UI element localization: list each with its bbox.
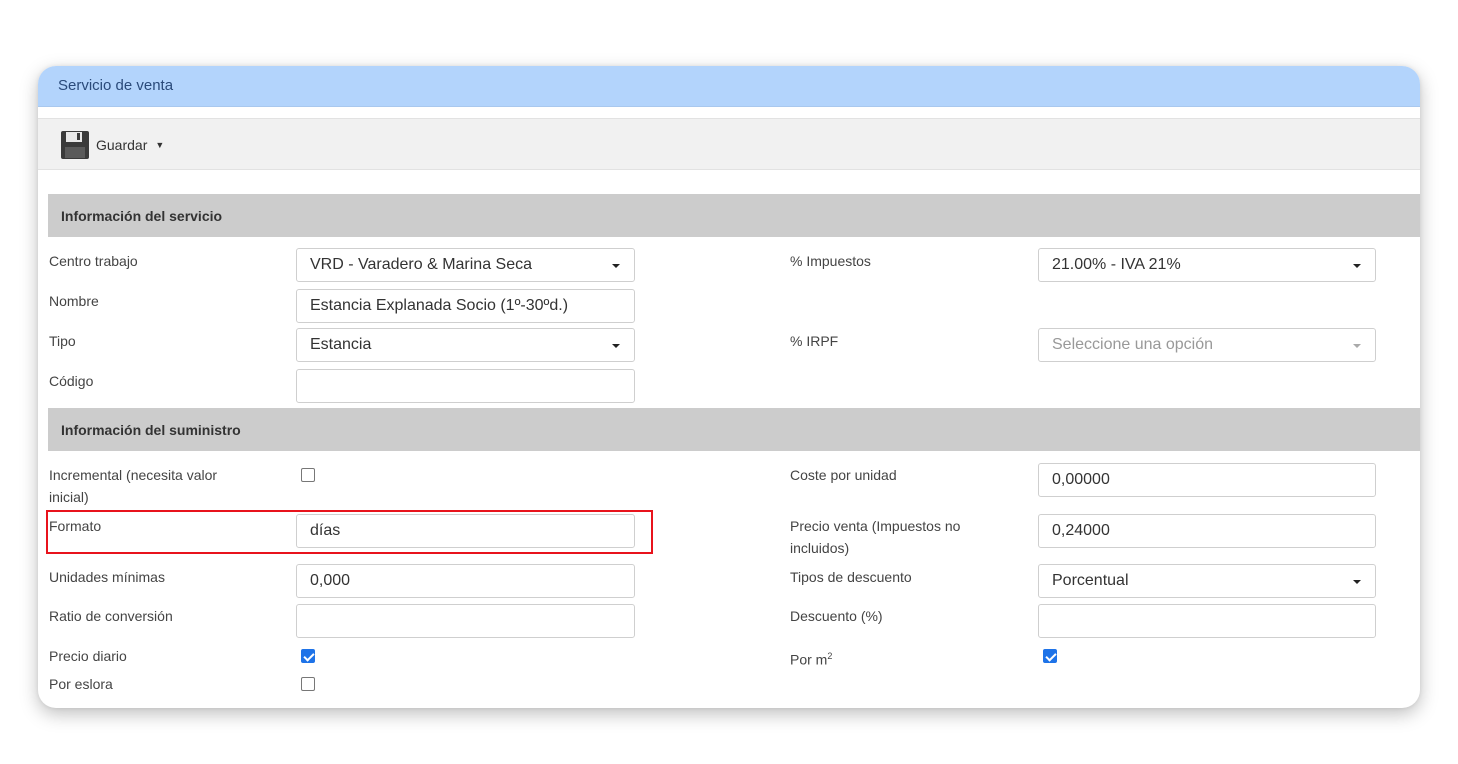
caret-down-icon[interactable]: ▼ — [155, 140, 164, 150]
incremental-label-line1: Incremental (necesita valor — [49, 467, 218, 483]
section-header-suministro: Información del suministro — [48, 408, 1420, 451]
section-header-servicio: Información del servicio — [48, 194, 1420, 237]
impuestos-label: % Impuestos — [790, 253, 871, 269]
por-m2-checkbox[interactable] — [1043, 649, 1057, 663]
por-m2-superscript: 2 — [827, 651, 833, 661]
unidades-minimas-input[interactable]: 0,000 — [296, 564, 635, 598]
tipos-descuento-select[interactable]: Porcentual — [1038, 564, 1376, 598]
incremental-label-line2: inicial) — [49, 489, 89, 505]
section-title: Información del servicio — [61, 208, 223, 224]
precio-venta-input[interactable]: 0,24000 — [1038, 514, 1376, 548]
panel-header: Servicio de venta — [38, 66, 1420, 107]
save-button[interactable]: Guardar ▼ — [60, 129, 164, 161]
tipo-label: Tipo — [49, 333, 76, 349]
tipo-select[interactable]: Estancia — [296, 328, 635, 362]
irpf-label: % IRPF — [790, 333, 839, 349]
codigo-input[interactable] — [296, 369, 635, 403]
formato-label: Formato — [49, 518, 102, 534]
precio-venta-label-line1: Precio venta (Impuestos no — [790, 518, 961, 534]
precio-venta-label-line2: incluidos) — [790, 540, 850, 556]
formato-input[interactable]: días — [296, 514, 635, 548]
coste-unidad-input[interactable]: 0,00000 — [1038, 463, 1376, 497]
descuento-label: Descuento (%) — [790, 608, 883, 624]
tipos-descuento-label: Tipos de descuento — [790, 569, 912, 585]
centro-trabajo-select[interactable]: VRD - Varadero & Marina Seca — [296, 248, 635, 282]
irpf-placeholder: Seleccione una opción — [1052, 336, 1214, 353]
por-eslora-checkbox[interactable] — [301, 677, 315, 691]
centro-trabajo-label: Centro trabajo — [49, 253, 138, 269]
incremental-checkbox[interactable] — [301, 468, 315, 482]
floppy-disk-icon — [61, 131, 89, 159]
impuestos-select[interactable]: 21.00% - IVA 21% — [1038, 248, 1376, 282]
service-panel: Servicio de venta Guardar ▼ Información … — [38, 66, 1420, 708]
unidades-minimas-label: Unidades mínimas — [49, 569, 165, 585]
toolbar: Guardar ▼ — [38, 118, 1420, 170]
precio-diario-checkbox[interactable] — [301, 649, 315, 663]
ratio-conversion-label: Ratio de conversión — [49, 608, 173, 624]
ratio-conversion-input[interactable] — [296, 604, 635, 638]
nombre-label: Nombre — [49, 293, 99, 309]
descuento-input[interactable] — [1038, 604, 1376, 638]
nombre-input[interactable]: Estancia Explanada Socio (1º-30ºd.) — [296, 289, 635, 323]
panel-title: Servicio de venta — [58, 77, 174, 94]
codigo-label: Código — [49, 373, 94, 389]
section-title: Información del suministro — [61, 422, 241, 438]
save-label: Guardar — [96, 137, 148, 153]
por-eslora-label: Por eslora — [49, 676, 113, 692]
por-m2-label: Por m2 — [790, 645, 832, 671]
coste-unidad-label: Coste por unidad — [790, 467, 897, 483]
por-m2-text: Por m — [790, 651, 828, 668]
irpf-select[interactable]: Seleccione una opción — [1038, 328, 1376, 362]
precio-diario-label: Precio diario — [49, 648, 127, 664]
